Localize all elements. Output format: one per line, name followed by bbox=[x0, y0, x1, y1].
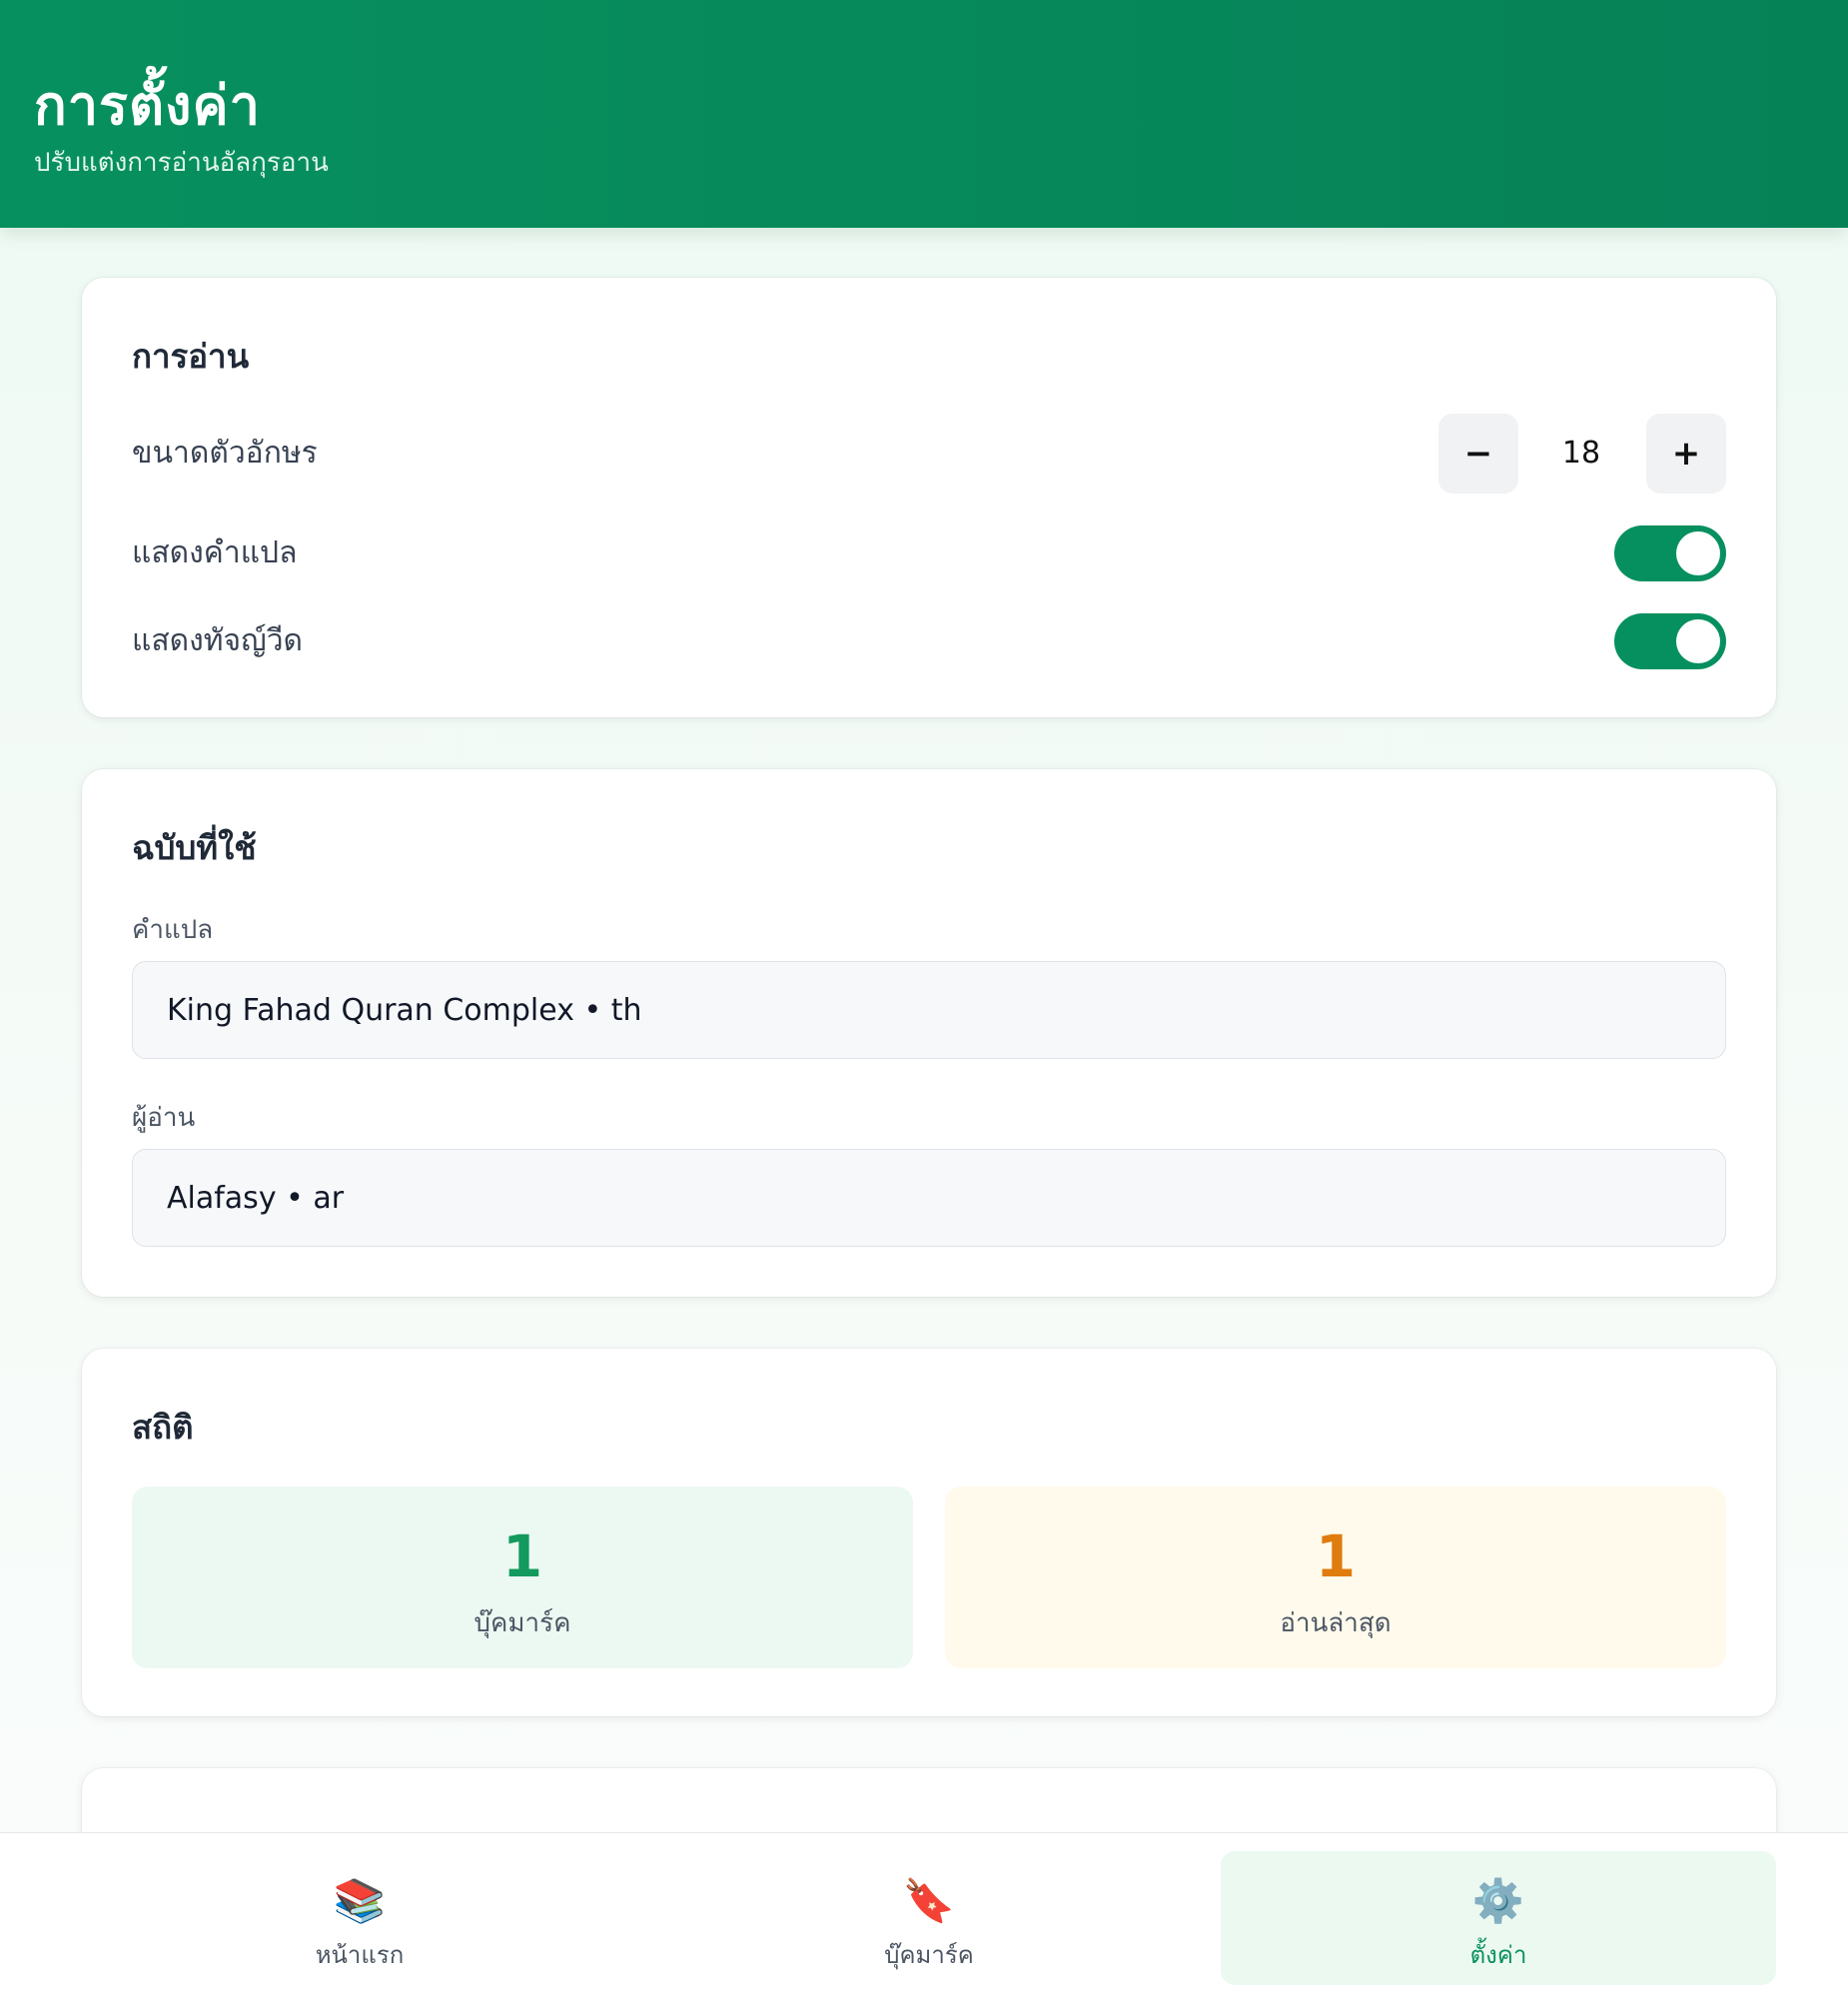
recent-read-count: 1 bbox=[1315, 1522, 1357, 1590]
books-icon: 📚 bbox=[333, 1876, 387, 1925]
edition-settings-card: ฉบับที่ใช้ คำแปล King Fahad Quran Comple… bbox=[82, 769, 1776, 1297]
reading-section-title: การอ่าน bbox=[132, 337, 250, 376]
show-tajweed-toggle[interactable] bbox=[1614, 613, 1726, 669]
bookmarks-count: 1 bbox=[501, 1522, 543, 1590]
stats-card: สถิติ 1 บุ๊คมาร์ค 1 อ่านล่าสุด bbox=[82, 1349, 1776, 1716]
edition-section-title: ฉบับที่ใช้ bbox=[132, 828, 257, 867]
page-title: การตั้งค่า bbox=[34, 74, 261, 137]
show-translation-toggle[interactable] bbox=[1614, 525, 1726, 581]
reciter-label: ผู้อ่าน bbox=[132, 1103, 196, 1133]
nav-item-settings[interactable]: ⚙️ ตั้งค่า bbox=[1221, 1851, 1776, 1985]
bottom-navigation: 📚 หน้าแรก 🔖 บุ๊คมาร์ค ⚙️ ตั้งค่า bbox=[0, 1832, 1848, 2002]
translation-select-value: King Fahad Quran Complex • th bbox=[167, 992, 642, 1028]
translation-label: คำแปล bbox=[132, 915, 214, 945]
reading-settings-card: การอ่าน ขนาดตัวอักษร − 18 + แสดงคำแปล แส… bbox=[82, 278, 1776, 717]
recent-read-stat-label: อ่านล่าสุด bbox=[1280, 1608, 1391, 1638]
show-tajweed-label: แสดงทัจญ์วีด bbox=[132, 623, 304, 658]
translation-select[interactable]: King Fahad Quran Complex • th bbox=[132, 961, 1726, 1059]
recent-read-stat: 1 อ่านล่าสุด bbox=[945, 1487, 1726, 1668]
page-subtitle: ปรับแต่งการอ่านอัลกุรอาน bbox=[34, 148, 329, 178]
toggle-knob bbox=[1676, 531, 1720, 575]
bookmark-icon: 🔖 bbox=[902, 1876, 956, 1925]
bookmarks-stat-label: บุ๊คมาร์ค bbox=[473, 1608, 571, 1638]
page-header: การตั้งค่า ปรับแต่งการอ่านอัลกุรอาน bbox=[0, 0, 1848, 228]
font-size-decrease-button[interactable]: − bbox=[1438, 414, 1518, 494]
reciter-select[interactable]: Alafasy • ar bbox=[132, 1149, 1726, 1247]
nav-item-settings-label: ตั้งค่า bbox=[1469, 1941, 1527, 1969]
stats-section-title: สถิติ bbox=[132, 1408, 194, 1447]
font-size-value: 18 bbox=[1561, 436, 1601, 471]
nav-item-home-label: หน้าแรก bbox=[315, 1941, 405, 1969]
nav-item-home[interactable]: 📚 หน้าแรก bbox=[82, 1851, 637, 1985]
show-translation-label: แสดงคำแปล bbox=[132, 535, 298, 570]
toggle-knob bbox=[1676, 619, 1720, 663]
font-size-increase-button[interactable]: + bbox=[1646, 414, 1726, 494]
gear-icon: ⚙️ bbox=[1471, 1876, 1525, 1925]
nav-item-bookmarks[interactable]: 🔖 บุ๊คมาร์ค bbox=[651, 1851, 1207, 1985]
font-size-label: ขนาดตัวอักษร bbox=[132, 436, 318, 471]
reciter-select-value: Alafasy • ar bbox=[167, 1180, 345, 1216]
bookmarks-stat: 1 บุ๊คมาร์ค bbox=[132, 1487, 913, 1668]
nav-item-bookmarks-label: บุ๊คมาร์ค bbox=[884, 1941, 974, 1969]
